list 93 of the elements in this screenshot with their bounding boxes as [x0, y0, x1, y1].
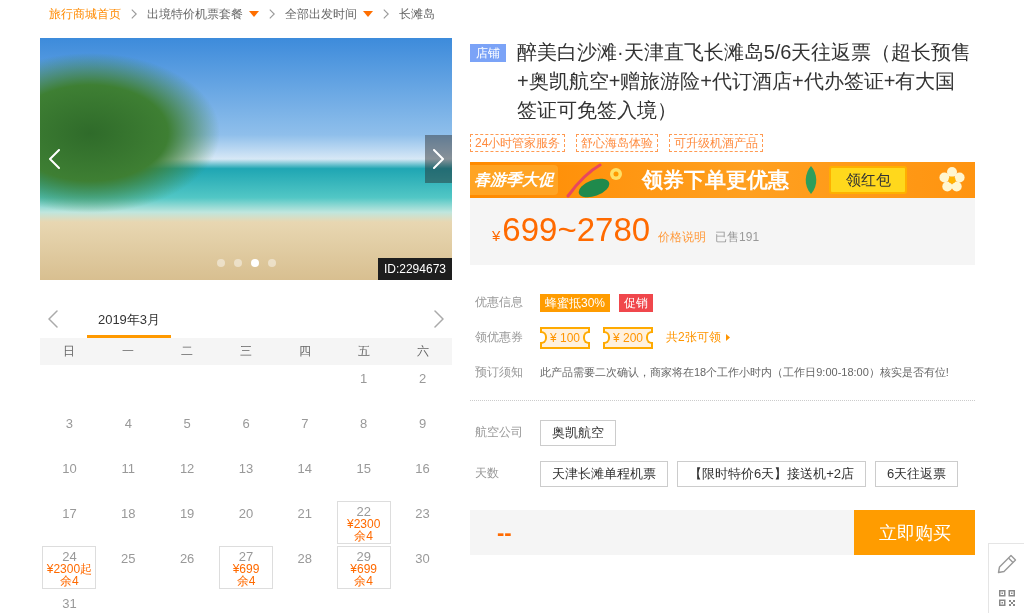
day-number: 31 — [62, 596, 77, 611]
notice-text: 此产品需要二次确认，商家将在18个工作小时内（工作日9:00-18:00）核实是否有位! — [540, 365, 949, 380]
carousel-dot[interactable] — [267, 259, 276, 267]
option-button[interactable]: 【限时特价6天】接送机+2店 — [677, 460, 867, 487]
field-label: 预订须知 — [474, 364, 524, 381]
product-title: 醉美白沙滩·天津直飞长滩岛5/6天往返票（超长预售+奥凯航空+赠旅游险+代订酒店+代办签证+有大国签证可免签入境） — [517, 40, 973, 123]
weekday-label: 日 — [63, 343, 76, 360]
currency-symbol: ¥ — [492, 227, 501, 244]
weekday-label: 一 — [122, 343, 135, 360]
promo-badge: 促销 — [619, 293, 654, 312]
day-stock: 余4 — [354, 575, 374, 587]
field-label: 优惠信息 — [474, 294, 524, 311]
feature-tag: 可升级机酒产品 — [669, 134, 764, 152]
day-number: 21 — [297, 506, 313, 521]
day-price: ¥699 — [350, 563, 378, 575]
day-number: 18 — [121, 506, 136, 521]
chevron-right-icon — [383, 9, 389, 19]
day-stock: 余4 — [236, 575, 256, 587]
promo-badge: 蜂蜜抵30% — [540, 293, 611, 312]
feature-tag: 24小时管家服务 — [470, 134, 566, 152]
promo-banner[interactable]: 春游季大促 领券下单更优惠 领红包 — [470, 162, 975, 198]
day-stock: 余4 — [354, 530, 374, 542]
day-number: 19 — [179, 506, 195, 521]
chevron-left-icon — [47, 149, 60, 169]
option-button[interactable]: 6天往返票 — [875, 460, 959, 487]
day-number: 20 — [238, 506, 254, 521]
weekday-label: 二 — [181, 343, 194, 360]
day-number: 3 — [65, 416, 74, 431]
shop-badge: 店铺 — [470, 44, 506, 62]
weekday-label: 四 — [298, 343, 311, 360]
day-number: 26 — [179, 551, 195, 566]
pencil-icon[interactable] — [996, 554, 1017, 574]
carousel-dot[interactable] — [216, 259, 225, 267]
day-number: 22 — [356, 505, 371, 518]
weekday-label: 三 — [240, 343, 252, 360]
day-number: 13 — [238, 461, 254, 476]
day-number: 10 — [62, 461, 77, 476]
day-number: 24 — [62, 550, 77, 563]
day-number: 29 — [356, 550, 371, 563]
day-number: 5 — [183, 416, 191, 431]
day-price: ¥2300 — [347, 518, 381, 530]
sold-count: 已售191 — [715, 229, 760, 246]
chevron-right-icon — [434, 310, 444, 328]
field-label: 天数 — [474, 465, 500, 482]
claim-bonus-button[interactable]: 领红包 — [829, 166, 907, 194]
day-price: ¥2300起 — [46, 563, 93, 575]
chevron-right-icon — [432, 149, 445, 169]
next-image-button[interactable] — [425, 135, 452, 183]
day-number: 15 — [356, 461, 371, 476]
day-number: 28 — [297, 551, 313, 566]
weekday-label: 六 — [416, 343, 429, 360]
day-number: 14 — [297, 461, 313, 476]
day-number: 23 — [415, 506, 430, 521]
qr-code-icon[interactable] — [998, 590, 1015, 606]
day-number: 27 — [238, 550, 254, 563]
weekday-label: 五 — [357, 343, 370, 360]
day-number: 6 — [242, 416, 250, 431]
day-number: 1 — [360, 371, 368, 386]
option-button[interactable]: 天津长滩单程机票 — [540, 460, 668, 487]
banner-headline: 领券下单更优惠 — [642, 167, 789, 193]
banner-tagline: 春游季大促 — [470, 165, 558, 195]
day-number: 4 — [124, 416, 132, 431]
carousel-dot[interactable] — [233, 259, 242, 267]
carousel-dot[interactable] — [250, 259, 259, 267]
leaf-icon — [803, 165, 819, 195]
field-label: 航空公司 — [474, 424, 524, 441]
breadcrumb-current[interactable]: 长滩岛 — [399, 5, 435, 23]
day-number: 11 — [121, 461, 135, 476]
option-button[interactable]: 奥凯航空 — [540, 419, 616, 446]
day-number: 17 — [62, 506, 77, 521]
day-number: 12 — [179, 461, 195, 476]
caret-down-icon[interactable] — [249, 11, 259, 17]
photo-id-label: ID:2294673 — [377, 258, 452, 280]
field-label: 领优惠券 — [474, 329, 524, 346]
caret-down-icon[interactable] — [363, 11, 373, 17]
breadcrumb-link[interactable]: 全部出发时间 — [285, 5, 357, 23]
day-number: 7 — [301, 416, 309, 431]
chevron-right-icon — [269, 9, 275, 19]
total-price: -- — [496, 519, 512, 546]
day-number: 2 — [418, 371, 427, 386]
day-number: 30 — [415, 551, 430, 566]
chevron-left-icon — [48, 310, 58, 328]
price-range: 699~2780 — [502, 210, 651, 250]
day-stock: 余4 — [60, 575, 79, 587]
day-number: 25 — [121, 551, 136, 566]
day-number: 8 — [360, 416, 368, 431]
day-number: 9 — [418, 416, 427, 431]
breadcrumb-link[interactable]: 出境特价机票套餐 — [147, 5, 243, 23]
day-price: ¥699 — [232, 563, 260, 575]
caret-right-icon — [725, 334, 730, 341]
feature-tag: 舒心海岛体验 — [576, 134, 659, 152]
chevron-right-icon — [131, 9, 137, 19]
day-number: 16 — [415, 461, 430, 476]
